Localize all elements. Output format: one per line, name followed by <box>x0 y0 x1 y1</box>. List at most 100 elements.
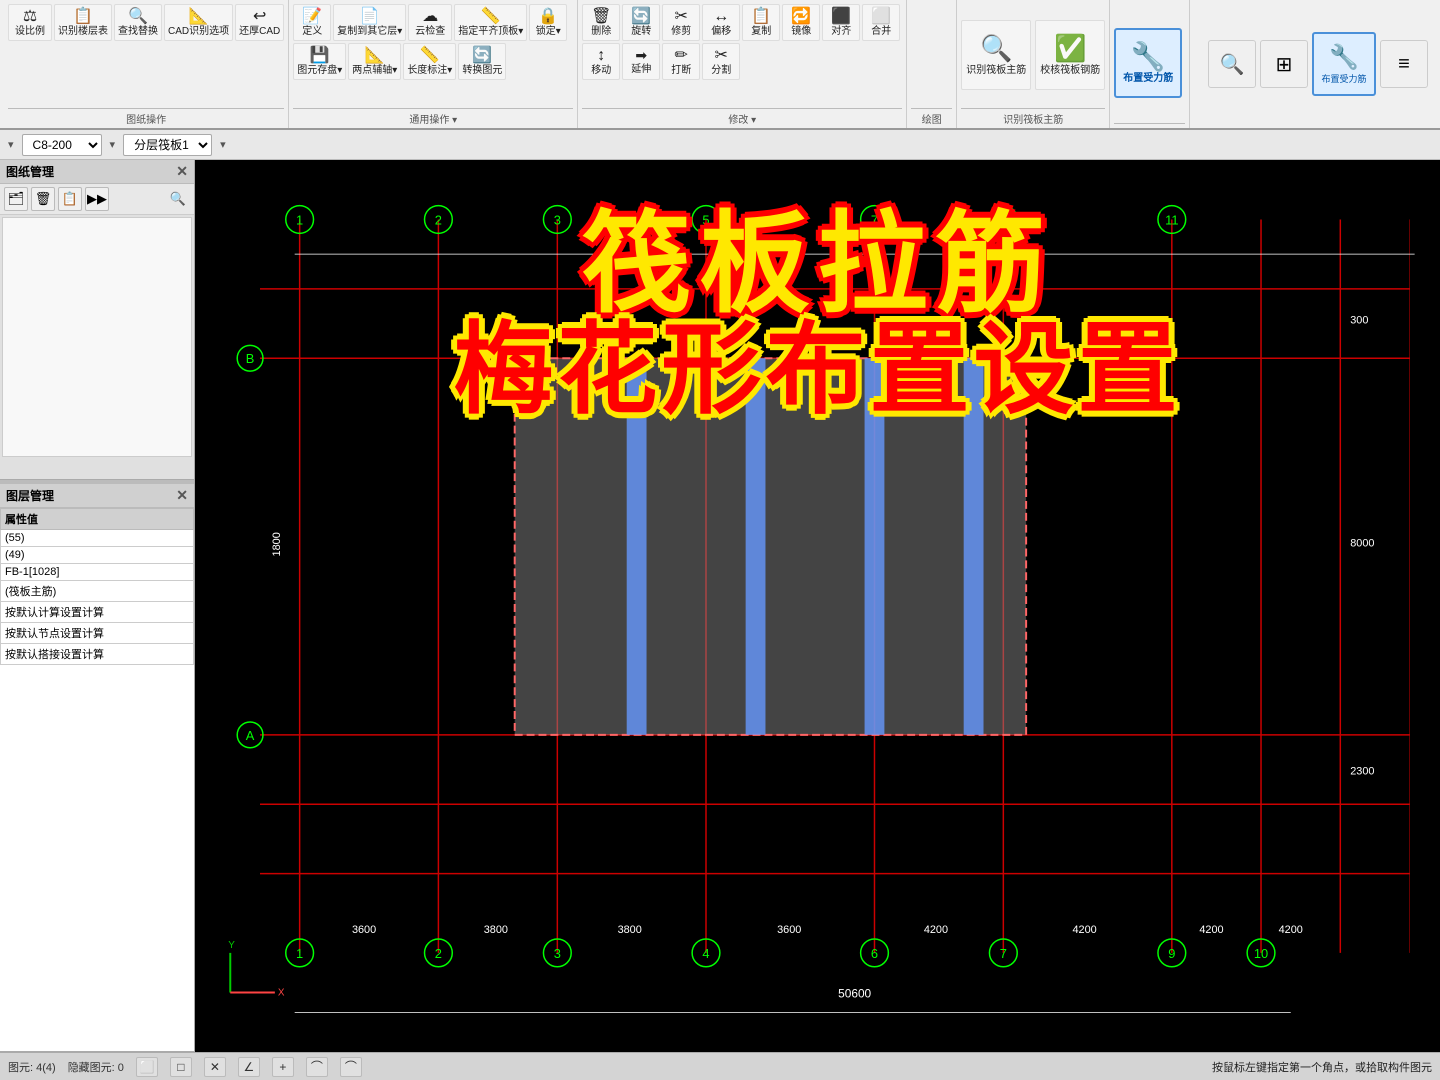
btn-merge[interactable]: ⬜ 合并 <box>862 4 900 41</box>
btn-top-right-3[interactable]: ≡ <box>1380 40 1428 88</box>
layer-panel-close[interactable]: ✕ <box>176 487 188 504</box>
svg-text:1: 1 <box>296 946 303 961</box>
btn-verify-slab-rebar[interactable]: ✅ 校核筏板钢筋 <box>1035 20 1105 90</box>
btn-top-right-active[interactable]: 🔧 布置受力筋 <box>1312 32 1376 96</box>
status-btn-curve[interactable]: ⌒ <box>340 1057 362 1077</box>
btn-delete[interactable]: 🗑 删除 <box>582 4 620 41</box>
ribbon-label-drawings: 图纸操作 <box>8 108 284 126</box>
status-btn-ortho[interactable]: ✕ <box>204 1057 226 1077</box>
btn-find-replace[interactable]: 🔍 查找替换 <box>114 4 162 41</box>
second-row: ▾ C8-200 ▾ 分层筏板1 ▾ <box>0 130 1440 160</box>
svg-text:4200: 4200 <box>1199 924 1223 936</box>
svg-text:3800: 3800 <box>618 924 642 936</box>
drawing-search-icon[interactable]: 🔍 <box>166 187 190 211</box>
left-panels: 图纸管理 ✕ 🗂 🗑 📋 ▶▶ 🔍 图层管理 ✕ <box>0 160 195 1052</box>
cad-canvas[interactable]: 1 2 3 5 7 8 11 1 2 3 4 6 <box>195 160 1440 1052</box>
btn-convert-element[interactable]: 🔄 转换图元 <box>458 43 506 80</box>
ribbon-group-general: 📝 定义 📄 复制到其它层▾ ☁ 云检查 📏 指定平齐顶板▾ 🔒 锁定▾ 💾 <box>289 0 578 128</box>
btn-mirror[interactable]: 🔁 镜像 <box>782 4 820 41</box>
btn-cloud-check[interactable]: ☁ 云检查 <box>408 4 452 41</box>
btn-set-scale[interactable]: ⚖ 设比例 <box>8 4 52 41</box>
layer-col-property: 属性值 <box>1 509 194 530</box>
svg-text:50600: 50600 <box>838 986 871 1000</box>
layer-panel-header: 图层管理 ✕ <box>0 484 194 508</box>
btn-break[interactable]: ✏ 打断 <box>662 43 700 80</box>
main-content: 图纸管理 ✕ 🗂 🗑 📋 ▶▶ 🔍 图层管理 ✕ <box>0 160 1440 1052</box>
btn-rotate[interactable]: 🔄 旋转 <box>622 4 660 41</box>
btn-arrange-rebar[interactable]: 🔧 布置受力筋 <box>1114 28 1182 98</box>
table-row[interactable]: 按默认搭接设置计算 <box>1 644 194 665</box>
svg-text:7: 7 <box>871 212 878 227</box>
btn-copy[interactable]: 📋 复制 <box>742 4 780 41</box>
layer-panel: 图层管理 ✕ 属性值 (55) (49) <box>0 484 194 1052</box>
btn-align[interactable]: ⬛ 对齐 <box>822 4 860 41</box>
btn-identify-floor[interactable]: 📋 识别楼层表 <box>54 4 112 41</box>
ribbon-label-identify: 识别筏板主筋 <box>961 108 1105 126</box>
drawing-panel: 图纸管理 ✕ 🗂 🗑 📋 ▶▶ 🔍 <box>0 160 194 480</box>
ribbon-group-identify: 🔍 识别筏板主筋 ✅ 校核筏板钢筋 识别筏板主筋 <box>957 0 1110 128</box>
status-hint: 按鼠标左键指定第一个角点，或拾取构件图元 <box>1204 1059 1432 1075</box>
status-btn-angle[interactable]: ∠ <box>238 1057 260 1077</box>
btn-split[interactable]: ✂ 分割 <box>702 43 740 80</box>
svg-text:9: 9 <box>1168 946 1175 961</box>
svg-text:11: 11 <box>1165 212 1178 227</box>
btn-top-right-1[interactable]: 🔍 <box>1208 40 1256 88</box>
drawing-btn-copy[interactable]: 📋 <box>58 187 82 211</box>
status-btn-grid[interactable]: □ <box>170 1057 192 1077</box>
ribbon-label-modify: 修改 ▾ <box>582 108 902 126</box>
svg-text:4: 4 <box>702 946 709 961</box>
svg-text:X: X <box>278 988 285 999</box>
svg-text:3600: 3600 <box>352 924 376 936</box>
btn-save-element[interactable]: 💾 图元存盘▾ <box>293 43 346 80</box>
table-row[interactable]: (55) <box>1 530 194 547</box>
table-row[interactable]: 按默认节点设置计算 <box>1 623 194 644</box>
drawing-btn-delete[interactable]: 🗑 <box>31 187 55 211</box>
svg-text:3: 3 <box>554 212 561 227</box>
btn-offset[interactable]: ↔ 偏移 <box>702 4 740 41</box>
svg-text:300: 300 <box>1350 315 1368 327</box>
btn-lock[interactable]: 🔒 锁定▾ <box>529 4 567 41</box>
table-row[interactable]: (筏板主筋) <box>1 581 194 602</box>
btn-trim[interactable]: ✂ 修剪 <box>662 4 700 41</box>
status-elements-text: 图元: 4(4) <box>8 1059 56 1075</box>
status-hidden-text: 隐藏图元: 0 <box>68 1059 124 1075</box>
status-btn-snap[interactable]: ⬜ <box>136 1057 158 1077</box>
layer-table: 属性值 (55) (49) FB-1[1028] <box>0 508 194 665</box>
drawing-panel-close[interactable]: ✕ <box>176 163 188 180</box>
btn-two-point-axis[interactable]: 📐 两点辅轴▾ <box>348 43 401 80</box>
svg-text:6: 6 <box>871 946 878 961</box>
btn-align-top[interactable]: 📏 指定平齐顶板▾ <box>454 4 527 41</box>
table-row[interactable]: 按默认计算设置计算 <box>1 602 194 623</box>
status-btn-plus[interactable]: + <box>272 1057 294 1077</box>
ribbon-label-arrange <box>1114 123 1185 126</box>
ribbon-label-general: 通用操作 ▾ <box>293 108 573 126</box>
btn-identify-slab-rebar[interactable]: 🔍 识别筏板主筋 <box>961 20 1031 90</box>
table-row[interactable]: FB-1[1028] <box>1 564 194 581</box>
btn-copy-to-layer[interactable]: 📄 复制到其它层▾ <box>333 4 406 41</box>
drawing-btn-folder[interactable]: 🗂 <box>4 187 28 211</box>
btn-length-mark[interactable]: 📏 长度标注▾ <box>403 43 456 80</box>
status-btn-arc[interactable]: ⌒ <box>306 1057 328 1077</box>
table-row[interactable]: (49) <box>1 547 194 564</box>
svg-text:2300: 2300 <box>1350 765 1374 777</box>
svg-text:1800: 1800 <box>271 532 283 556</box>
btn-define[interactable]: 📝 定义 <box>293 4 331 41</box>
svg-text:3800: 3800 <box>484 924 508 936</box>
rebar-selector[interactable]: C8-200 <box>22 134 102 156</box>
btn-restore-cad[interactable]: ↩ 还厚CAD <box>235 4 284 41</box>
svg-text:10: 10 <box>1254 946 1268 961</box>
status-elements: 图元: 4(4) <box>8 1059 56 1075</box>
btn-move[interactable]: ↕ 移动 <box>582 43 620 80</box>
svg-text:7: 7 <box>1000 946 1007 961</box>
drawing-panel-header: 图纸管理 ✕ <box>0 160 194 184</box>
svg-text:Y: Y <box>228 940 235 951</box>
btn-extend[interactable]: ➡ 延伸 <box>622 43 660 80</box>
layer-selector[interactable]: 分层筏板1 <box>123 134 212 156</box>
ribbon-group-drawings: ⚖ 设比例 📋 识别楼层表 🔍 查找替换 📐 CAD识别选项 ↩ 还厚CAD 图… <box>4 0 289 128</box>
svg-text:4200: 4200 <box>1279 924 1303 936</box>
btn-cad-options[interactable]: 📐 CAD识别选项 <box>164 4 233 41</box>
svg-text:50600: 50600 <box>838 253 871 267</box>
svg-text:2: 2 <box>435 946 442 961</box>
drawing-btn-forward[interactable]: ▶▶ <box>85 187 109 211</box>
btn-top-right-2[interactable]: ⊞ <box>1260 40 1308 88</box>
